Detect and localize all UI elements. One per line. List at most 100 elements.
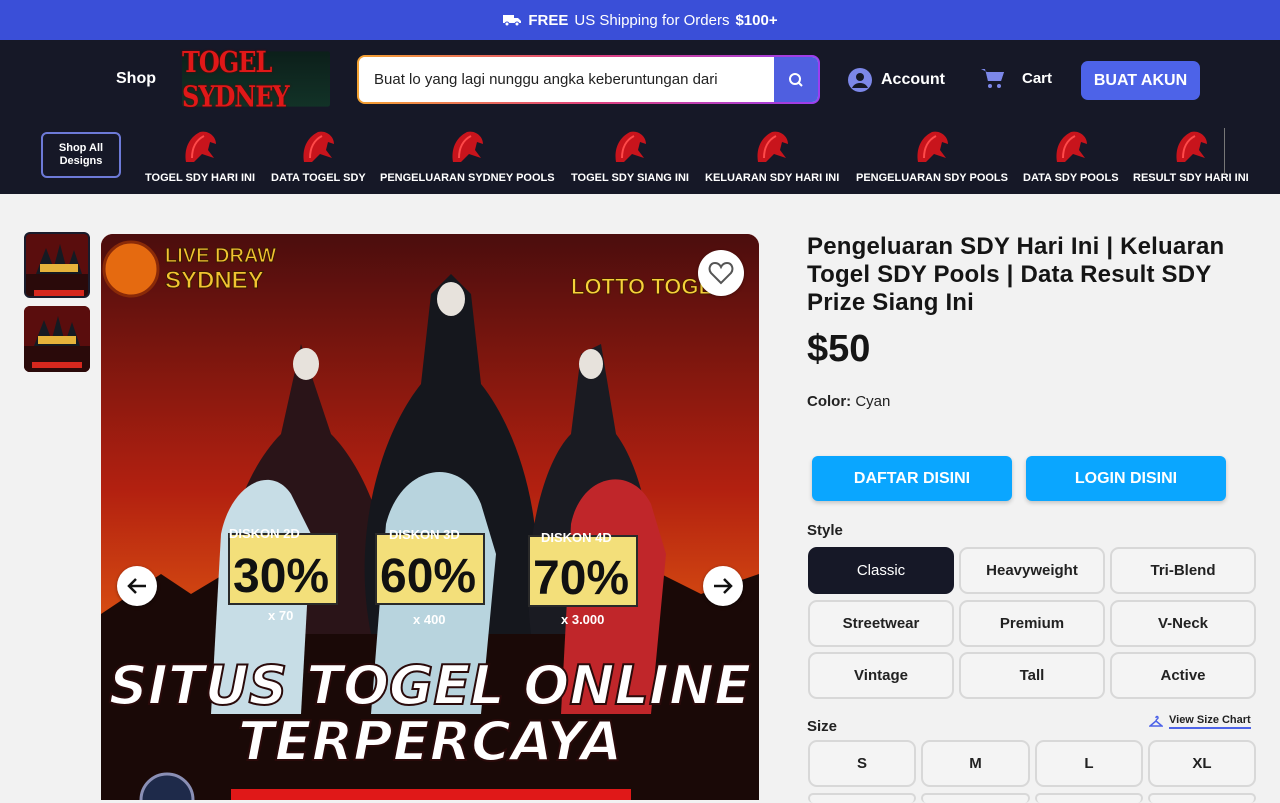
site-logo[interactable]: TOGEL SYDNEY: [182, 44, 330, 114]
product-thumbnail-2[interactable]: [24, 306, 90, 372]
search-icon: [789, 72, 803, 87]
horse-logo-icon: [917, 131, 948, 162]
category-pengeluaran-sdy-pools[interactable]: PENGELUARAN SDY POOLS: [856, 128, 1008, 184]
discount-3d-label: DISKON 3D: [389, 527, 460, 542]
category-data-togel-sdy[interactable]: DATA TOGEL SDY: [271, 128, 366, 184]
horse-logo-icon: [185, 131, 217, 162]
style-option-heavyweight[interactable]: Heavyweight: [959, 547, 1105, 594]
category-label: DATA TOGEL SDY: [271, 172, 366, 184]
prev-image-button[interactable]: [117, 566, 157, 606]
category-label: TOGEL SDY HARI INI: [145, 172, 256, 184]
style-option-vintage[interactable]: Vintage: [808, 652, 954, 699]
cart-link[interactable]: Cart: [980, 66, 1052, 90]
view-size-chart-link[interactable]: View Size Chart: [1149, 714, 1251, 729]
category-togel-sdy-siang-ini[interactable]: TOGEL SDY SIANG INI: [571, 128, 689, 184]
style-option-premium[interactable]: Premium: [959, 600, 1105, 647]
category-label: DATA SDY POOLS: [1023, 172, 1119, 184]
category-label: PENGELUARAN SYDNEY POOLS: [380, 172, 555, 184]
discount-3d-mult: x 400: [413, 612, 446, 627]
discount-4d-label: DISKON 4D: [541, 530, 612, 545]
size-option-row2-3[interactable]: [1035, 793, 1143, 803]
style-option-tri-blend[interactable]: Tri-Blend: [1110, 547, 1256, 594]
size-option-row2-1[interactable]: [808, 793, 916, 803]
site-header: Shop TOGEL SYDNEY Account Cart BUAT AKUN…: [0, 40, 1280, 194]
arrow-left-icon: [127, 578, 146, 594]
category-label: KELUARAN SDY HARI INI: [705, 172, 840, 184]
logo-text: TOGEL SYDNEY: [182, 44, 290, 114]
horse-logo-icon: [303, 131, 335, 162]
favorite-button[interactable]: [698, 250, 744, 296]
hanger-icon: [1149, 715, 1163, 727]
discount-2d-label: DISKON 2D: [229, 526, 300, 541]
product-main-image: LIVE DRAW SYDNEY LOTTO TOGEL DISKON 2D D…: [101, 234, 759, 800]
style-option-streetwear[interactable]: Streetwear: [808, 600, 954, 647]
shop-all-designs-button[interactable]: Shop All Designs: [41, 132, 121, 178]
signup-button[interactable]: BUAT AKUN: [1081, 61, 1200, 100]
product-title: Pengeluaran SDY Hari Ini | Keluaran Toge…: [807, 233, 1225, 316]
category-togel-sdy-hari-ini[interactable]: TOGEL SDY HARI INI: [145, 128, 255, 184]
discount-2d-pct: 30%: [233, 550, 329, 603]
discount-4d-mult: x 3.000: [561, 612, 604, 627]
next-image-button[interactable]: [703, 566, 743, 606]
cart-icon: [981, 69, 1004, 88]
style-option-classic[interactable]: Classic: [808, 547, 954, 594]
size-option-l[interactable]: L: [1035, 740, 1143, 787]
size-label: Size: [807, 718, 838, 735]
promo-free: FREE: [528, 11, 569, 29]
color-value: Cyan: [855, 393, 891, 410]
category-data-sdy-pools[interactable]: DATA SDY POOLS: [1023, 128, 1119, 184]
style-option-v-neck[interactable]: V-Neck: [1110, 600, 1256, 647]
search-button[interactable]: [774, 57, 818, 102]
thumbnail-image: [26, 234, 88, 296]
horse-logo-icon: [1056, 131, 1087, 162]
category-label: TOGEL SDY SIANG INI: [571, 172, 689, 184]
discount-2d-mult: x 70: [268, 608, 293, 623]
size-option-s[interactable]: S: [808, 740, 916, 787]
promo-text: US Shipping for Orders: [574, 11, 730, 29]
style-label: Style: [807, 522, 843, 539]
discount-3d-pct: 60%: [380, 550, 476, 603]
search-bar: [357, 55, 820, 104]
horse-logo-icon: [757, 131, 789, 162]
heart-icon: [708, 261, 734, 285]
discount-4d-pct: 70%: [533, 552, 629, 605]
product-artwork: LIVE DRAW SYDNEY LOTTO TOGEL DISKON 2D D…: [101, 234, 759, 800]
horse-logo-icon: [615, 131, 646, 162]
brand-live-draw: LIVE DRAW: [165, 245, 276, 267]
color-selection: Color: Cyan: [807, 393, 890, 410]
horse-logo-icon: [1176, 131, 1207, 162]
truck-icon: [503, 15, 522, 27]
category-label: PENGELUARAN SDY POOLS: [856, 172, 1008, 184]
promo-amount: $100+: [735, 11, 778, 29]
headline-1: SITUS TOGEL ONLINE: [109, 654, 751, 717]
login-button[interactable]: LOGIN DISINI: [1026, 456, 1226, 501]
size-option-row2-2[interactable]: [921, 793, 1030, 803]
product-price: $50: [807, 328, 871, 370]
category-result-sdy-hari-ini[interactable]: RESULT SDY HARI INI: [1133, 128, 1249, 184]
cart-label: Cart: [1022, 69, 1053, 87]
category-label: RESULT SDY HARI INI: [1133, 172, 1249, 184]
size-option-m[interactable]: M: [921, 740, 1030, 787]
daftar-button[interactable]: DAFTAR DISINI: [812, 456, 1012, 501]
size-option-row2-4[interactable]: [1148, 793, 1256, 803]
account-label: Account: [881, 71, 945, 88]
headline-2: TERPERCAYA: [238, 710, 622, 773]
size-option-xl[interactable]: XL: [1148, 740, 1256, 787]
size-chart-label: View Size Chart: [1169, 714, 1251, 729]
style-option-active[interactable]: Active: [1110, 652, 1256, 699]
style-option-tall[interactable]: Tall: [959, 652, 1105, 699]
color-label: Color:: [807, 393, 852, 410]
thumbnail-image: [24, 306, 90, 372]
horse-logo-icon: [452, 131, 484, 162]
account-link[interactable]: Account: [848, 68, 945, 92]
shop-link[interactable]: Shop: [116, 70, 156, 88]
promo-banner: FREE US Shipping for Orders $100+: [0, 0, 1280, 40]
user-icon: [848, 68, 872, 92]
category-scroll-divider: [1224, 128, 1225, 174]
product-thumbnail-1[interactable]: [24, 232, 90, 298]
search-input[interactable]: [359, 57, 774, 102]
arrow-right-icon: [714, 578, 733, 594]
brand-sydney: SYDNEY: [165, 267, 264, 294]
category-pengeluaran-sydney-pools[interactable]: PENGELUARAN SYDNEY POOLS: [380, 128, 555, 184]
category-keluaran-sdy-hari-ini[interactable]: KELUARAN SDY HARI INI: [705, 128, 839, 184]
